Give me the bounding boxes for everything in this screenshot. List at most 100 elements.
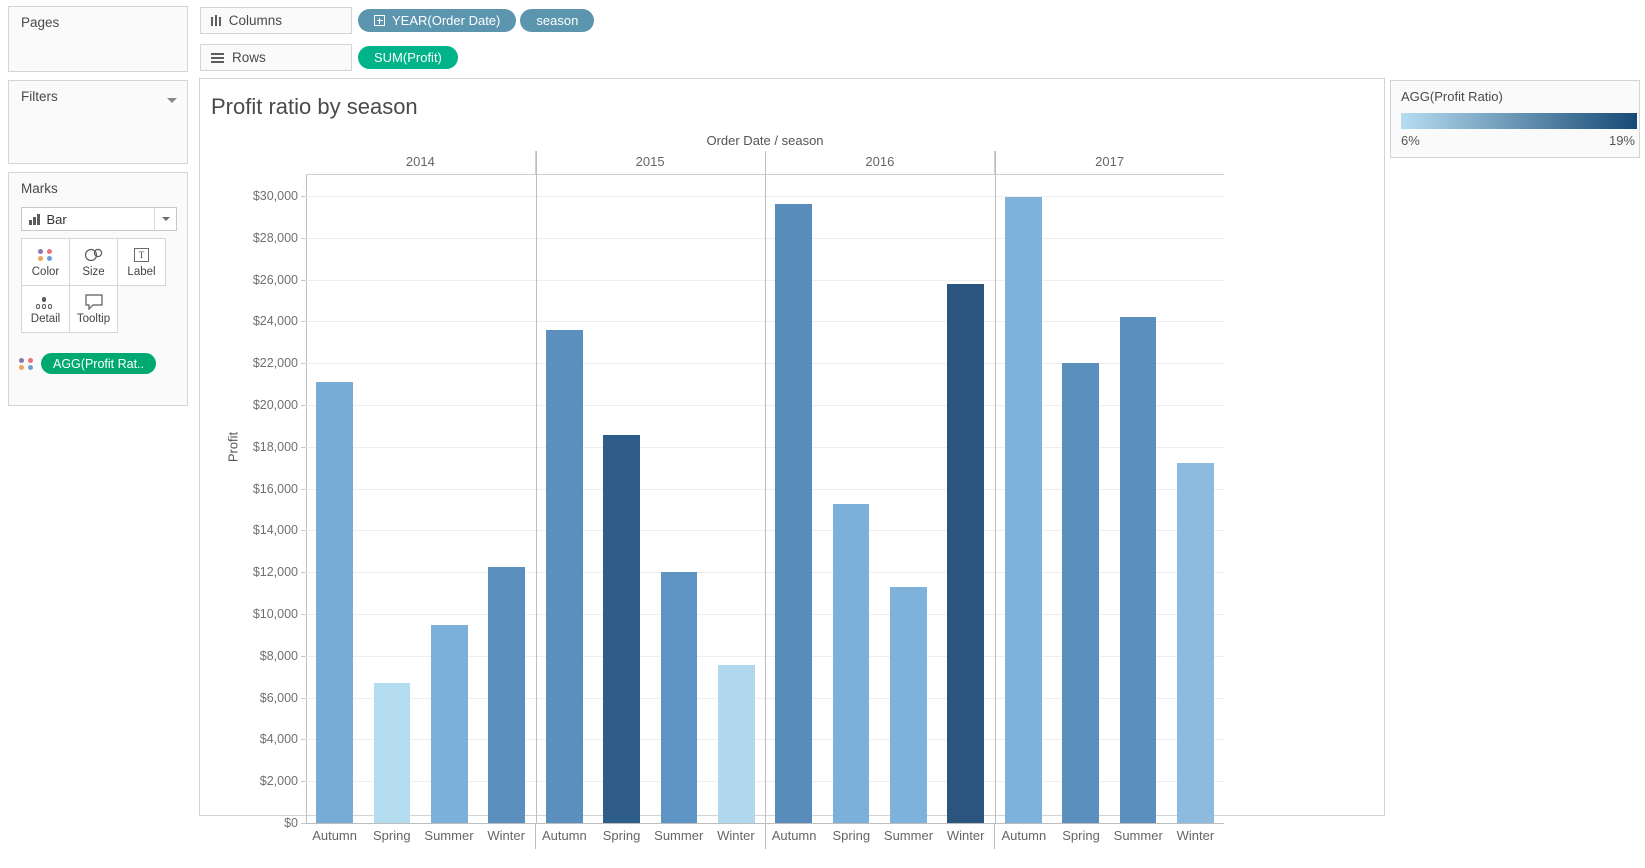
x-axis-tick-label[interactable]: Spring	[363, 824, 420, 849]
y-axis-tick-label: $24,000	[252, 314, 298, 329]
x-axis-tick-label[interactable]: Spring	[1052, 824, 1109, 849]
pages-card: Pages	[8, 6, 188, 72]
marks-detail-button[interactable]: Detail	[21, 285, 70, 333]
left-panel: Pages Filters Marks Bar Color Size T Lab…	[0, 0, 196, 868]
bar-slot	[880, 175, 937, 823]
y-axis-tick-label: $8,000	[259, 648, 298, 663]
bar-slot	[708, 175, 765, 823]
bar-slot	[765, 175, 822, 823]
label-t-icon: T	[134, 246, 149, 263]
marks-tooltip-button[interactable]: Tooltip	[69, 285, 118, 333]
x-axis-group: Autumn Spring Summer Winter	[306, 824, 535, 849]
x-axis-tick-label[interactable]: Autumn	[995, 824, 1052, 849]
x-axis-tick-label[interactable]: Summer	[650, 824, 707, 849]
x-axis-tick-label[interactable]: Summer	[1110, 824, 1167, 849]
rows-label-text: Rows	[232, 50, 266, 65]
bar-mark[interactable]	[545, 329, 583, 823]
x-axis-tick-label[interactable]: Winter	[478, 824, 535, 849]
bar-slot	[593, 175, 650, 823]
year-header-cell[interactable]: 2015	[534, 151, 765, 174]
y-axis-tick-label: $4,000	[259, 732, 298, 747]
y-axis-tick-label: $0	[284, 816, 298, 830]
bars-container	[306, 175, 1224, 823]
detail-dots-icon	[35, 293, 56, 310]
marks-label-button[interactable]: T Label	[117, 238, 166, 286]
x-axis-tick-label[interactable]: Winter	[707, 824, 764, 849]
bar-group	[995, 175, 1225, 823]
bar-mark[interactable]	[316, 381, 354, 823]
legend-title: AGG(Profit Ratio)	[1401, 89, 1503, 104]
mark-type-selector[interactable]: Bar	[21, 207, 177, 231]
legend-min-label: 6%	[1401, 133, 1420, 148]
marks-color-pill[interactable]: AGG(Profit Rat..	[41, 353, 156, 374]
year-header-cell[interactable]: 2016	[764, 151, 995, 174]
bar-mark[interactable]	[431, 625, 468, 823]
x-axis-tick-label[interactable]: Autumn	[306, 824, 363, 849]
pill-sum-profit[interactable]: SUM(Profit)	[358, 46, 458, 69]
x-axis-tick-label[interactable]: Summer	[420, 824, 477, 849]
bar-mark[interactable]	[1004, 196, 1042, 823]
y-axis-tick-label: $2,000	[259, 774, 298, 789]
chevron-down-icon[interactable]	[167, 98, 177, 103]
pill-season[interactable]: season	[520, 9, 595, 32]
marks-size-button[interactable]: Size	[69, 238, 118, 286]
bar-mark[interactable]	[890, 586, 927, 823]
bar-mark[interactable]	[660, 572, 698, 823]
x-axis-tick-label[interactable]: Winter	[937, 824, 994, 849]
bar-slot	[1109, 175, 1166, 823]
marks-size-label: Size	[82, 266, 105, 278]
pill-year-order-date-text: YEAR(Order Date)	[392, 13, 501, 28]
marks-tooltip-label: Tooltip	[76, 313, 111, 325]
color-legend: AGG(Profit Ratio) 6% 19%	[1390, 80, 1640, 158]
bar-mark[interactable]	[832, 504, 870, 823]
x-axis-tick-label[interactable]: Spring	[823, 824, 880, 849]
bar-group	[306, 175, 536, 823]
y-axis-tick-label: $16,000	[252, 481, 298, 496]
x-axis-tick-label[interactable]: Autumn	[766, 824, 823, 849]
bar-mark[interactable]	[603, 435, 640, 823]
color-dots-icon	[19, 357, 35, 370]
legend-color-ramp[interactable]	[1401, 113, 1637, 129]
marks-color-button[interactable]: Color	[21, 238, 70, 286]
rows-icon	[211, 52, 224, 63]
x-axis-tick-label[interactable]: Spring	[593, 824, 650, 849]
bar-mark[interactable]	[488, 566, 526, 823]
columns-shelf-label: Columns	[200, 7, 352, 34]
bar-mark[interactable]	[717, 665, 755, 823]
legend-max-label: 19%	[1608, 133, 1635, 148]
bar-mark[interactable]	[373, 682, 411, 823]
bar-slot	[536, 175, 593, 823]
year-header-cell[interactable]: 2014	[306, 151, 535, 174]
bar-mark[interactable]	[775, 204, 813, 823]
y-axis-tick-label: $30,000	[252, 188, 298, 203]
x-axis-tick-label[interactable]: Summer	[880, 824, 937, 849]
bar-slot	[478, 175, 535, 823]
pill-season-text: season	[536, 13, 579, 28]
x-axis-tick-label[interactable]: Autumn	[536, 824, 593, 849]
x-axis-group: Autumn Spring Summer Winter	[534, 824, 765, 849]
year-header-cell[interactable]: 2017	[994, 151, 1224, 174]
filters-title: Filters	[21, 89, 58, 104]
y-axis-title: Profit	[225, 431, 241, 463]
plot-area: $30,000 $28,000 $26,000 $24,000 $22,000 $20,0…	[253, 151, 1224, 830]
mark-type-label: Bar	[46, 211, 67, 227]
y-axis-tick-label: $26,000	[252, 272, 298, 287]
y-axis-tick-label: $6,000	[259, 690, 298, 705]
pill-year-order-date[interactable]: YEAR(Order Date)	[358, 9, 517, 32]
x-axis-tick-label[interactable]: Winter	[1167, 824, 1224, 849]
mark-type-dropdown-icon[interactable]	[154, 208, 176, 230]
bar-slot	[937, 175, 994, 823]
bar-mark[interactable]	[947, 283, 985, 823]
bar-slot	[650, 175, 707, 823]
bar-mark[interactable]	[1062, 363, 1099, 823]
bar-mark[interactable]	[1176, 463, 1214, 823]
pill-sum-profit-text: SUM(Profit)	[374, 50, 442, 65]
expand-plus-icon[interactable]	[374, 15, 385, 26]
columns-icon	[211, 15, 221, 26]
shelf-area: Columns YEAR(Order Date) season Rows SUM…	[196, 0, 1645, 74]
marks-detail-label: Detail	[30, 313, 61, 325]
filters-card: Filters	[8, 80, 188, 164]
pages-title: Pages	[21, 15, 60, 30]
y-axis-tick-label: $22,000	[252, 356, 298, 371]
bar-mark[interactable]	[1119, 317, 1157, 823]
